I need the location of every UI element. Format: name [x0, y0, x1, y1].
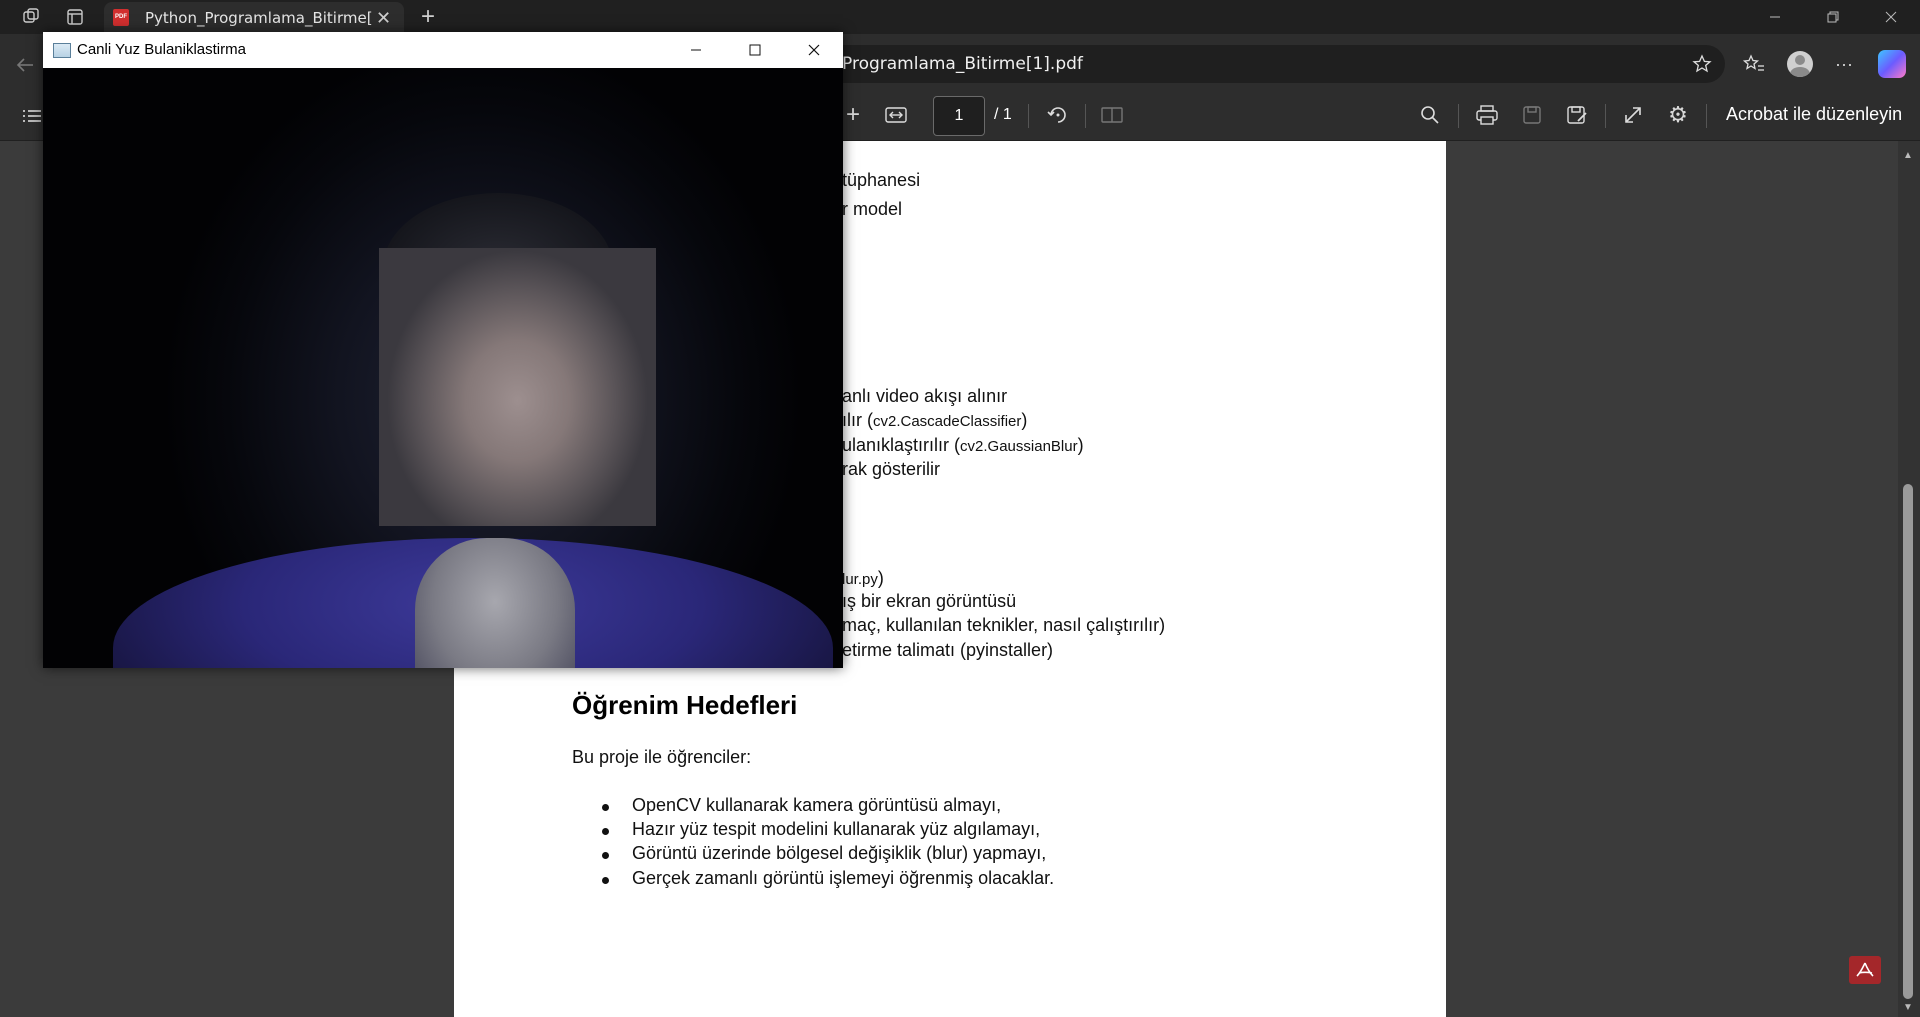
bullet-dot	[602, 877, 609, 884]
restore-browser-icon[interactable]	[1804, 0, 1862, 34]
toolbar-divider	[1706, 104, 1707, 128]
more-options-icon[interactable]: ···	[1830, 50, 1858, 78]
two-page-view-icon[interactable]	[1098, 101, 1126, 129]
app-window-icon	[53, 43, 71, 58]
back-arrow-icon[interactable]	[10, 50, 40, 80]
pdf-text: )	[1077, 435, 1084, 455]
settings-gear-icon[interactable]: ⚙	[1664, 101, 1692, 129]
pdf-text: ulanıklaştırılır (	[842, 435, 961, 455]
pdf-code-text: lur.py	[842, 571, 878, 588]
bullet-item: OpenCV kullanarak kamera görüntüsü almay…	[632, 795, 1002, 815]
pdf-text-line: rak gösterilir	[842, 459, 941, 479]
toolbar-divider	[1085, 104, 1086, 128]
favorites-list-icon[interactable]	[1740, 50, 1768, 78]
pdf-text-line: r model	[842, 199, 903, 219]
minimize-browser-icon[interactable]	[1746, 0, 1804, 34]
tab-close-icon[interactable]: ✕	[376, 8, 391, 29]
toolbar-divider	[1605, 104, 1606, 128]
bullet-dot	[602, 852, 609, 859]
scroll-up-arrow-icon[interactable]: ▲	[1903, 150, 1913, 161]
new-tab-icon[interactable]: +	[413, 2, 443, 32]
pdf-text-line: lur.py)	[842, 568, 884, 589]
address-url-text[interactable]: Programlama_Bitirme[1].pdf	[842, 54, 1083, 74]
pdf-text-line: anlı video akışı alınır	[842, 386, 1008, 406]
fit-width-icon[interactable]	[882, 101, 910, 129]
page-number-input[interactable]: 1	[933, 96, 985, 136]
pdf-code-text: cv2.CascadeClassifier	[873, 413, 1022, 430]
close-icon[interactable]	[785, 32, 843, 68]
pdf-code-text: cv2.GaussianBlur	[960, 438, 1078, 455]
pdf-text-line: ulanıklaştırılır (cv2.GaussianBlur)	[842, 435, 1084, 456]
save-as-icon[interactable]	[1563, 101, 1591, 129]
fullscreen-icon[interactable]	[1619, 101, 1647, 129]
pdf-text: ılır (	[842, 410, 873, 430]
bullet-item: Görüntü üzerinde bölgesel değişiklik (bl…	[632, 843, 1047, 863]
scroll-down-arrow-icon[interactable]: ▼	[1903, 1002, 1913, 1013]
bullet-item: Hazır yüz tespit modelini kullanarak yüz…	[632, 819, 1041, 839]
vertical-tabs-icon[interactable]	[60, 2, 90, 32]
pdf-text-line: tüphanesi	[842, 170, 921, 190]
page-total-label: / 1	[994, 106, 1012, 123]
toolbar-divider	[1458, 104, 1459, 128]
bullet-dot	[602, 804, 609, 811]
minimize-icon[interactable]	[667, 32, 725, 68]
zoom-in-icon[interactable]: +	[839, 101, 867, 129]
workspaces-icon[interactable]	[16, 2, 46, 32]
scrollbar-thumb[interactable]	[1903, 484, 1913, 999]
pdf-file-icon: PDF	[113, 9, 129, 26]
search-icon[interactable]	[1416, 101, 1444, 129]
pdf-text-line: ılır (cv2.CascadeClassifier)	[842, 410, 1027, 431]
camera-window-titlebar[interactable]: Canli Yuz Bulaniklastirma	[43, 32, 843, 68]
pdf-text-line: maç, kullanılan teknikler, nasıl çalıştı…	[842, 615, 1166, 635]
bullet-item: Gerçek zamanlı görüntü işlemeyi öğrenmiş…	[632, 868, 1055, 888]
close-browser-icon[interactable]	[1862, 0, 1920, 34]
pdf-text-line: ış bir ekran görüntüsü	[842, 591, 1017, 611]
pdf-text: )	[1021, 410, 1028, 430]
maximize-icon[interactable]	[726, 32, 784, 68]
bullet-dot	[602, 828, 609, 835]
browser-tab-active[interactable]: PDF Python_Programlama_Bitirme[1].pdf ✕	[104, 2, 404, 34]
favorite-star-icon[interactable]	[1688, 50, 1716, 78]
contents-list-icon[interactable]	[18, 102, 46, 130]
acrobat-logo-icon[interactable]	[1849, 956, 1881, 984]
pdf-text-line: etirme talimatı (pyinstaller)	[842, 640, 1054, 660]
tab-title: Python_Programlama_Bitirme[1].pdf	[145, 9, 373, 27]
save-icon[interactable]	[1518, 101, 1546, 129]
camera-window[interactable]: Canli Yuz Bulaniklastirma	[43, 32, 843, 668]
camera-window-title: Canli Yuz Bulaniklastirma	[77, 41, 246, 58]
acrobat-edit-button[interactable]: Acrobat ile düzenleyin	[1726, 104, 1902, 125]
rotate-icon[interactable]	[1044, 101, 1072, 129]
person-neck	[415, 538, 575, 668]
camera-feed	[43, 68, 843, 668]
print-icon[interactable]	[1473, 101, 1501, 129]
pdf-text: )	[877, 568, 884, 588]
profile-avatar-icon[interactable]	[1787, 51, 1813, 77]
section-intro: Bu proje ile öğrenciler:	[572, 747, 752, 767]
section-heading: Öğrenim Hedefleri	[572, 690, 798, 720]
copilot-icon[interactable]	[1878, 50, 1906, 78]
toolbar-divider	[1028, 104, 1029, 128]
blurred-face-region	[379, 248, 656, 526]
